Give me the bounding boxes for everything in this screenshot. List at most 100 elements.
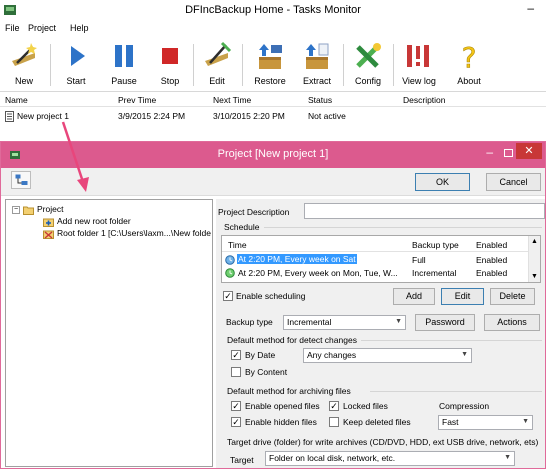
by-date-value: Any changes xyxy=(307,350,357,360)
backup-type-value: Incremental xyxy=(287,317,332,327)
window-title: DFIncBackup Home - Tasks Monitor xyxy=(185,4,361,16)
tree-item-label: Root folder 1 [C:\Users\laxm...\New fold… xyxy=(57,228,212,238)
tree-item-root-folder-1[interactable]: Root folder 1 [C:\Users\laxm...\New fold… xyxy=(43,228,211,240)
backup-type-label: Backup type xyxy=(226,317,273,327)
tasks-list-header: Name Prev Time Next Time Status Descript… xyxy=(0,93,546,107)
column-name[interactable]: Name xyxy=(5,95,28,105)
ok-button[interactable]: OK xyxy=(415,173,470,191)
dialog-maximize-button[interactable] xyxy=(504,149,513,157)
task-next-time: 3/10/2015 2:20 PM xyxy=(213,111,285,121)
scroll-up-icon[interactable]: ▲ xyxy=(531,238,538,245)
enable-hidden-files-checkbox[interactable]: ✓ xyxy=(231,417,241,427)
edit-button[interactable]: Edit xyxy=(199,38,235,90)
project-settings-panel: Project Description Schedule Time Backup… xyxy=(216,199,545,468)
tree-root-project[interactable]: Project xyxy=(23,204,63,216)
new-button[interactable]: New xyxy=(5,38,43,90)
by-date-checkbox[interactable]: ✓ xyxy=(231,350,241,360)
edit-label: Edit xyxy=(209,76,225,86)
menu-file[interactable]: File xyxy=(5,23,20,33)
task-prev-time: 3/9/2015 2:24 PM xyxy=(118,111,186,121)
menu-project[interactable]: Project xyxy=(28,23,56,33)
annotation-arrow xyxy=(61,121,89,192)
compression-select[interactable]: Fast ▼ xyxy=(438,415,533,430)
schedule-col-time[interactable]: Time xyxy=(228,240,247,250)
target-value: Folder on local disk, network, etc. xyxy=(269,453,396,463)
group-divider xyxy=(361,340,542,341)
keep-deleted-files-checkbox[interactable] xyxy=(329,417,339,427)
menu-help[interactable]: Help xyxy=(70,23,89,33)
by-content-checkbox[interactable] xyxy=(231,367,241,377)
clock-icon xyxy=(225,268,235,278)
dialog-minimize-button[interactable]: – xyxy=(486,145,493,159)
add-schedule-button[interactable]: Add xyxy=(393,288,435,305)
target-select[interactable]: Folder on local disk, network, etc. ▼ xyxy=(265,451,515,466)
restore-label: Restore xyxy=(254,76,286,86)
enable-opened-files-checkbox[interactable]: ✓ xyxy=(231,401,241,411)
toolbar-separator xyxy=(393,44,394,86)
scroll-down-icon[interactable]: ▼ xyxy=(531,273,538,280)
dialog-close-button[interactable]: ✕ xyxy=(516,143,542,159)
enable-hidden-files-label: Enable hidden files xyxy=(245,417,317,427)
stop-button[interactable]: Stop xyxy=(153,38,187,90)
password-button[interactable]: Password xyxy=(415,314,475,331)
column-status[interactable]: Status xyxy=(308,95,332,105)
tree-icon xyxy=(15,174,28,185)
toolbar-separator xyxy=(242,44,243,86)
locked-files-checkbox[interactable]: ✓ xyxy=(329,401,339,411)
toolbar-separator xyxy=(343,44,344,86)
restore-icon xyxy=(259,44,282,69)
chevron-down-icon: ▼ xyxy=(504,454,511,461)
view-log-button[interactable]: View log xyxy=(398,38,440,90)
detect-changes-group-label: Default method for detect changes xyxy=(227,335,357,345)
tree-item-add-root-folder[interactable]: Add new root folder xyxy=(43,216,131,228)
project-description-input[interactable] xyxy=(304,203,545,219)
pause-icon xyxy=(115,45,133,67)
pause-label: Pause xyxy=(111,76,137,86)
minimize-button[interactable]: – xyxy=(527,1,534,15)
by-content-label: By Content xyxy=(245,367,288,377)
by-date-select[interactable]: Any changes ▼ xyxy=(303,348,472,363)
schedule-col-enabled[interactable]: Enabled xyxy=(476,240,507,250)
about-button[interactable]: ? About xyxy=(449,38,489,90)
extract-button[interactable]: Extract xyxy=(297,38,337,90)
start-button[interactable]: Start xyxy=(58,38,94,90)
column-description[interactable]: Description xyxy=(403,95,446,105)
restore-button[interactable]: Restore xyxy=(250,38,290,90)
schedule-enabled: Enabled xyxy=(476,255,508,265)
backup-type-select[interactable]: Incremental ▼ xyxy=(283,315,406,330)
config-tools-icon xyxy=(356,43,381,68)
pause-button[interactable]: Pause xyxy=(104,38,144,90)
config-label: Config xyxy=(354,76,381,86)
schedule-enabled: Enabled xyxy=(476,268,508,278)
schedule-col-backup-type[interactable]: Backup type xyxy=(412,240,459,250)
project-tree: − Project Add new root folder Root folde… xyxy=(5,199,213,467)
tree-expander[interactable]: − xyxy=(12,206,20,214)
project-file-icon xyxy=(5,111,14,122)
enable-scheduling-checkbox[interactable]: ✓ xyxy=(223,291,233,301)
config-button[interactable]: Config xyxy=(350,38,386,90)
by-date-label: By Date xyxy=(245,350,276,360)
schedule-list: Time Backup type Enabled At 2:20 PM, Eve… xyxy=(221,235,541,283)
clock-icon xyxy=(225,255,235,265)
column-next-time[interactable]: Next Time xyxy=(213,95,251,105)
compression-label: Compression xyxy=(439,401,490,411)
archiving-group-label: Default method for archiving files xyxy=(227,386,351,396)
cancel-button[interactable]: Cancel xyxy=(486,173,541,191)
toolbar-separator xyxy=(193,44,194,86)
schedule-row[interactable]: At 2:20 PM, Every week on Mon, Tue, W...… xyxy=(222,267,527,280)
project-description-label: Project Description xyxy=(218,207,290,217)
chevron-down-icon: ▼ xyxy=(461,351,468,358)
delete-schedule-button[interactable]: Delete xyxy=(490,288,535,305)
folder-icon xyxy=(23,206,34,215)
question-icon: ? xyxy=(461,41,476,71)
keep-deleted-files-label: Keep deleted files xyxy=(343,417,411,427)
tree-root-label: Project xyxy=(37,204,64,214)
new-label: New xyxy=(14,76,33,86)
column-prev-time[interactable]: Prev Time xyxy=(118,95,156,105)
schedule-row[interactable]: At 2:20 PM, Every week on Sat Full Enabl… xyxy=(222,254,527,267)
schedule-header: Time Backup type Enabled xyxy=(222,236,540,252)
schedule-scrollbar[interactable]: ▲ ▼ xyxy=(528,236,540,282)
actions-button[interactable]: Actions xyxy=(484,314,540,331)
tree-view-button[interactable] xyxy=(11,171,31,189)
edit-schedule-button[interactable]: Edit xyxy=(441,288,484,305)
